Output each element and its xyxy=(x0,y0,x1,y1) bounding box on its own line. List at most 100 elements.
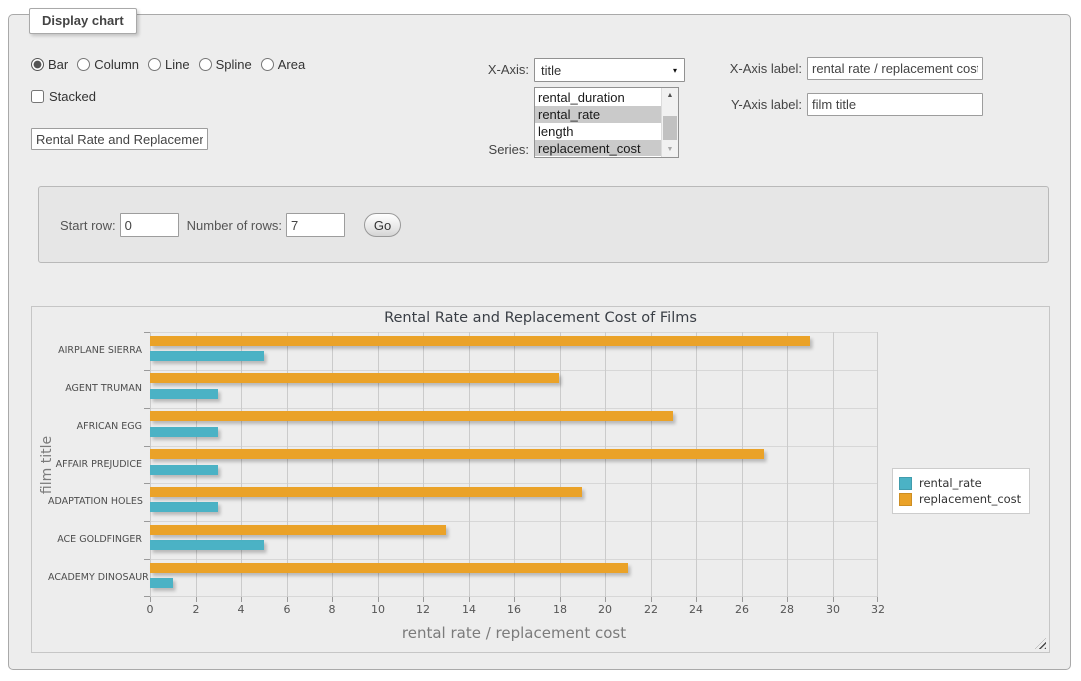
chart-type-line[interactable]: Line xyxy=(148,57,190,72)
stacked-checkbox[interactable] xyxy=(31,90,44,103)
bar-rental_rate xyxy=(150,427,218,437)
chart-type-radio-column[interactable] xyxy=(77,58,90,71)
axis-tick-x xyxy=(378,597,379,602)
x-axis-select[interactable]: title ▾ xyxy=(534,58,685,82)
axis-tick-x xyxy=(833,597,834,602)
start-row-input[interactable] xyxy=(120,213,179,237)
axis-tick-x xyxy=(696,597,697,602)
gridline-v xyxy=(287,332,288,597)
num-rows-input[interactable] xyxy=(286,213,345,237)
chart-resize-handle[interactable] xyxy=(1035,638,1046,649)
axis-tick-x xyxy=(423,597,424,602)
bar-rental_rate xyxy=(150,502,218,512)
legend-label: rental_rate xyxy=(919,476,982,490)
y-category-label: ADAPTATION HOLES xyxy=(48,496,142,507)
x-tick-label: 8 xyxy=(315,603,349,616)
x-tick-label: 30 xyxy=(816,603,850,616)
chart-type-radio-area[interactable] xyxy=(261,58,274,71)
axis-tick-x xyxy=(241,597,242,602)
chart-type-radio-line[interactable] xyxy=(148,58,161,71)
axis-tick-x xyxy=(514,597,515,602)
axis-tick-x xyxy=(651,597,652,602)
chart-type-spline[interactable]: Spline xyxy=(199,57,252,72)
chart-type-label: Area xyxy=(278,57,305,72)
chart-type-radio-bar[interactable] xyxy=(31,58,44,71)
stacked-label: Stacked xyxy=(49,89,96,104)
bar-replacement_cost xyxy=(150,449,764,459)
x-axis-select-label: X-Axis: xyxy=(429,62,529,77)
x-axis-label-input[interactable] xyxy=(807,57,983,80)
chart-type-area[interactable]: Area xyxy=(261,57,305,72)
x-tick-label: 0 xyxy=(133,603,167,616)
bar-replacement_cost xyxy=(150,373,559,383)
x-tick-label: 20 xyxy=(588,603,622,616)
bar-replacement_cost xyxy=(150,525,446,535)
chart-type-column[interactable]: Column xyxy=(77,57,139,72)
x-tick-label: 18 xyxy=(543,603,577,616)
series-option[interactable]: replacement_cost xyxy=(535,140,661,156)
display-chart-fieldset: Display chart BarColumnLineSplineArea St… xyxy=(8,14,1071,670)
chart-legend: rental_rate replacement_cost xyxy=(892,468,1030,514)
chart-type-label: Spline xyxy=(216,57,252,72)
chart-type-label: Column xyxy=(94,57,139,72)
legend-swatch-rental_rate xyxy=(899,477,912,490)
series-listbox[interactable]: rental_durationrental_ratelengthreplacem… xyxy=(534,87,679,158)
series-option[interactable]: length xyxy=(535,123,661,140)
series-options: rental_durationrental_ratelengthreplacem… xyxy=(535,89,661,156)
chart-type-radio-spline[interactable] xyxy=(199,58,212,71)
gridline-v xyxy=(696,332,697,597)
axis-tick-x xyxy=(605,597,606,602)
go-button[interactable]: Go xyxy=(364,213,401,237)
y-category-label: AFFAIR PREJUDICE xyxy=(48,459,142,470)
bar-rental_rate xyxy=(150,540,264,550)
stacked-checkbox-row[interactable]: Stacked xyxy=(31,89,96,104)
fieldset-legend: Display chart xyxy=(29,8,137,34)
series-scrollbar[interactable]: ▲ ▼ xyxy=(661,88,678,157)
y-axis-label-input[interactable] xyxy=(807,93,983,116)
gridline-v xyxy=(742,332,743,597)
bar-replacement_cost xyxy=(150,487,582,497)
axis-tick-x xyxy=(469,597,470,602)
x-tick-label: 14 xyxy=(452,603,486,616)
start-row-label: Start row: xyxy=(60,218,116,233)
gridline-v xyxy=(241,332,242,597)
x-tick-label: 12 xyxy=(406,603,440,616)
scroll-up-icon[interactable]: ▲ xyxy=(662,88,678,103)
legend-entry: replacement_cost xyxy=(899,492,1021,506)
x-tick-label: 6 xyxy=(270,603,304,616)
series-select-label: Series: xyxy=(429,142,529,157)
y-category-label: AIRPLANE SIERRA xyxy=(48,345,142,356)
axis-tick-x xyxy=(150,597,151,602)
chevron-down-icon: ▾ xyxy=(673,66,677,75)
legend-swatch-replacement_cost xyxy=(899,493,912,506)
legend-label: replacement_cost xyxy=(919,492,1021,506)
chart-title-input[interactable] xyxy=(31,128,208,150)
bar-rental_rate xyxy=(150,351,264,361)
x-axis-title: rental rate / replacement cost xyxy=(150,624,878,642)
y-category-label: AGENT TRUMAN xyxy=(48,383,142,394)
series-option[interactable]: rental_rate xyxy=(535,106,661,123)
x-tick-label: 24 xyxy=(679,603,713,616)
gridline-v xyxy=(605,332,606,597)
chart-type-label: Bar xyxy=(48,57,68,72)
series-option[interactable]: rental_duration xyxy=(535,89,661,106)
gridline-v xyxy=(514,332,515,597)
bar-rental_rate xyxy=(150,578,173,588)
chart-container: Rental Rate and Replacement Cost of Film… xyxy=(31,306,1050,653)
bar-rental_rate xyxy=(150,465,218,475)
scrollbar-thumb[interactable] xyxy=(663,116,677,140)
x-tick-label: 32 xyxy=(861,603,895,616)
axis-tick-x xyxy=(742,597,743,602)
x-tick-label: 22 xyxy=(634,603,668,616)
axis-tick-x xyxy=(287,597,288,602)
gridline-v xyxy=(560,332,561,597)
scroll-down-icon[interactable]: ▼ xyxy=(662,142,678,157)
x-axis-label-label: X-Axis label: xyxy=(702,61,802,76)
x-tick-label: 10 xyxy=(361,603,395,616)
gridline-v xyxy=(423,332,424,597)
chart-type-bar[interactable]: Bar xyxy=(31,57,68,72)
axis-tick-x xyxy=(196,597,197,602)
bar-rental_rate xyxy=(150,389,218,399)
gridline-v xyxy=(469,332,470,597)
y-category-label: AFRICAN EGG xyxy=(48,421,142,432)
